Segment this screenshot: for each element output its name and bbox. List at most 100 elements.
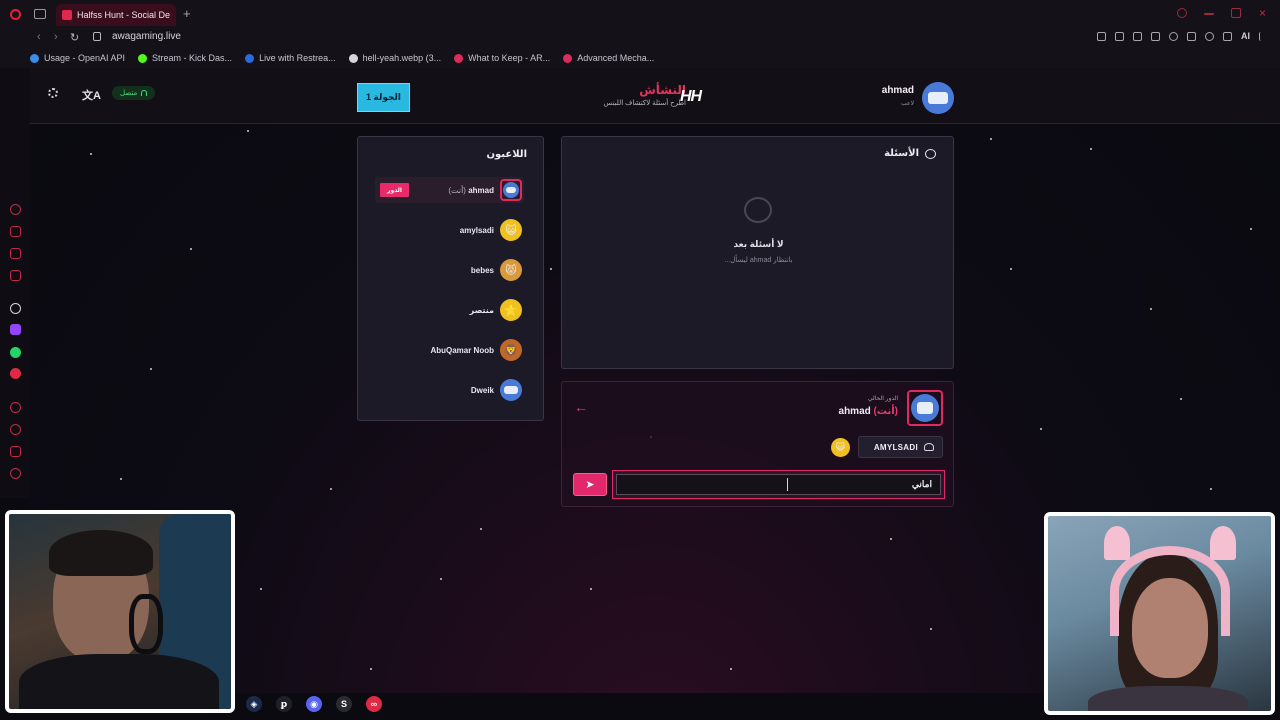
extensions-icon[interactable]	[1187, 31, 1196, 41]
bookmark-item[interactable]: Advanced Mecha...	[563, 53, 654, 63]
close-icon[interactable]: ×	[1258, 7, 1268, 19]
target-player-name: AMYLSADI	[873, 442, 918, 452]
chatgpt-icon[interactable]	[10, 303, 21, 314]
target-avatar: 😺	[831, 438, 850, 457]
round-indicator: الجولة 1	[357, 83, 410, 112]
webcam-right	[1044, 512, 1275, 715]
player-name: amylsadi	[460, 226, 494, 235]
app-header: 文A متصل الجولة 1 النشأش اطرح أسئلة لاكتش…	[30, 68, 1280, 124]
creative-cloud-icon[interactable]: ∞	[366, 696, 382, 712]
browser-chrome: Halfss Hunt - Social Deduct + × ‹ › ↻ aw…	[0, 0, 1280, 68]
bookmark-label: Live with Restrea...	[259, 53, 336, 63]
new-tab-icon[interactable]: +	[183, 6, 191, 21]
bookmark-label: What to Keep - AR...	[468, 53, 551, 63]
bookmark-favicon-icon	[138, 53, 148, 63]
theme-toggle-icon[interactable]	[48, 88, 58, 98]
player-name-text: amylsadi	[459, 225, 494, 235]
player-icon[interactable]	[10, 402, 21, 413]
empty-state-subtitle: ...ليسأل ahmad بانتظار	[724, 257, 793, 264]
whatsapp-icon[interactable]	[10, 347, 21, 358]
search-tabs-icon[interactable]	[1177, 8, 1187, 18]
maximize-icon[interactable]	[1231, 8, 1241, 18]
bookmark-favicon-icon	[30, 53, 39, 63]
messenger-icon[interactable]	[10, 248, 21, 259]
current-turn-avatar	[907, 390, 943, 426]
current-turn-user: ahmad (أنت)	[839, 406, 898, 417]
notifications-icon[interactable]	[10, 226, 21, 237]
current-turn-label: الدور الحالي	[867, 396, 898, 402]
player-row[interactable]: منتصر ⭐	[375, 297, 524, 323]
chat-bubble-icon	[925, 149, 936, 159]
profile-icon[interactable]	[1205, 31, 1214, 41]
player-row[interactable]: amylsadi 😺	[375, 217, 524, 243]
send-icon: ➤	[585, 479, 595, 491]
player-name: AbuQamar Noob	[430, 346, 494, 355]
question-input[interactable]	[616, 474, 941, 495]
send-question-button[interactable]: ➤	[573, 473, 607, 496]
bookmark-label: Usage - OpenAI API	[44, 53, 126, 63]
aria-icon[interactable]	[10, 204, 21, 215]
twitch-icon[interactable]	[10, 324, 21, 335]
app-icon[interactable]: S	[336, 696, 352, 712]
browser-tab[interactable]: Halfss Hunt - Social Deduct	[56, 4, 176, 26]
reload-icon[interactable]: ↻	[70, 31, 79, 44]
player-row[interactable]: AbuQamar Noob 🦁	[375, 337, 524, 363]
download-icon[interactable]	[1223, 31, 1232, 41]
tab-list-icon[interactable]	[34, 9, 46, 19]
app-icon[interactable]: ꝑ	[276, 696, 292, 712]
player-name: (أنت) ahmad	[448, 186, 494, 195]
bookmarks-bar: Usage - OpenAI API Stream - Kick Das... Li…	[30, 51, 667, 65]
players-title: اللاعبون	[486, 149, 528, 160]
bookmark-item[interactable]: Usage - OpenAI API	[30, 53, 125, 63]
play-icon[interactable]	[1151, 31, 1160, 41]
shield-icon[interactable]	[1133, 31, 1142, 41]
status-label: متصل	[120, 90, 138, 97]
current-turn-name: ahmad	[838, 406, 871, 417]
user-profile[interactable]: ahmad لاعب	[876, 82, 954, 114]
language-icon[interactable]: 文A	[82, 87, 101, 103]
players-panel: اللاعبون الدور (أنت) ahmad amylsadi 😺 bebes 😾…	[357, 136, 544, 421]
lock-icon[interactable]	[93, 32, 101, 41]
webcam-left	[5, 510, 235, 713]
brand: النشأش اطرح أسئلة لاكتشاف اللبنس	[586, 83, 686, 107]
brand-subtitle: اطرح أسئلة لاكتشاف اللبنس	[603, 100, 686, 107]
player-avatar: ⭐	[500, 299, 522, 321]
bookmark-favicon-icon	[348, 53, 358, 63]
app-icon[interactable]	[10, 368, 21, 379]
menu-icon[interactable]	[1259, 31, 1268, 41]
player-row[interactable]: Dweik	[375, 377, 524, 403]
snapshot-icon[interactable]	[1115, 31, 1124, 41]
player-row[interactable]: bebes 😾	[375, 257, 524, 283]
sidebar-settings-icon[interactable]	[10, 468, 21, 479]
target-player-select[interactable]: AMYLSADI	[858, 436, 943, 458]
bookmark-item[interactable]: Live with Restrea...	[245, 53, 336, 63]
forward-icon[interactable]: ›	[54, 31, 58, 43]
back-arrow-icon[interactable]: ←	[574, 399, 588, 415]
history-icon[interactable]	[10, 424, 21, 435]
minimize-icon[interactable]	[1204, 13, 1214, 15]
brand-title: النشأش	[639, 83, 686, 97]
heart-icon[interactable]	[1169, 31, 1178, 41]
bookmark-item[interactable]: hell-yeah.webp (3...	[348, 53, 441, 63]
back-icon[interactable]: ‹	[37, 31, 41, 43]
discord-icon[interactable]: ◉	[306, 696, 322, 712]
mail-icon[interactable]	[10, 270, 21, 281]
app-icon[interactable]: ◈	[246, 696, 262, 712]
url-field[interactable]: awagaming.live	[112, 31, 181, 42]
pin-icon[interactable]	[1097, 31, 1106, 41]
player-avatar	[500, 179, 522, 201]
bookmark-item[interactable]: Stream - Kick Das...	[138, 53, 232, 63]
empty-chat-icon	[744, 197, 772, 223]
taskbar-dock: ◈ ꝑ ◉ S ∞	[246, 696, 382, 712]
you-suffix: (أنت)	[448, 185, 466, 195]
turn-badge: الدور	[380, 183, 409, 197]
questions-title: الأسئلة	[884, 148, 919, 159]
ai-button[interactable]: AI	[1241, 31, 1250, 41]
pinboard-icon[interactable]	[10, 446, 21, 457]
player-row[interactable]: الدور (أنت) ahmad	[375, 177, 524, 203]
question-input-wrapper	[612, 470, 945, 499]
opera-logo-icon[interactable]	[10, 9, 21, 20]
bookmark-item[interactable]: What to Keep - AR...	[454, 53, 550, 63]
player-name: منتصر	[470, 306, 494, 315]
user-avatar	[922, 82, 954, 114]
